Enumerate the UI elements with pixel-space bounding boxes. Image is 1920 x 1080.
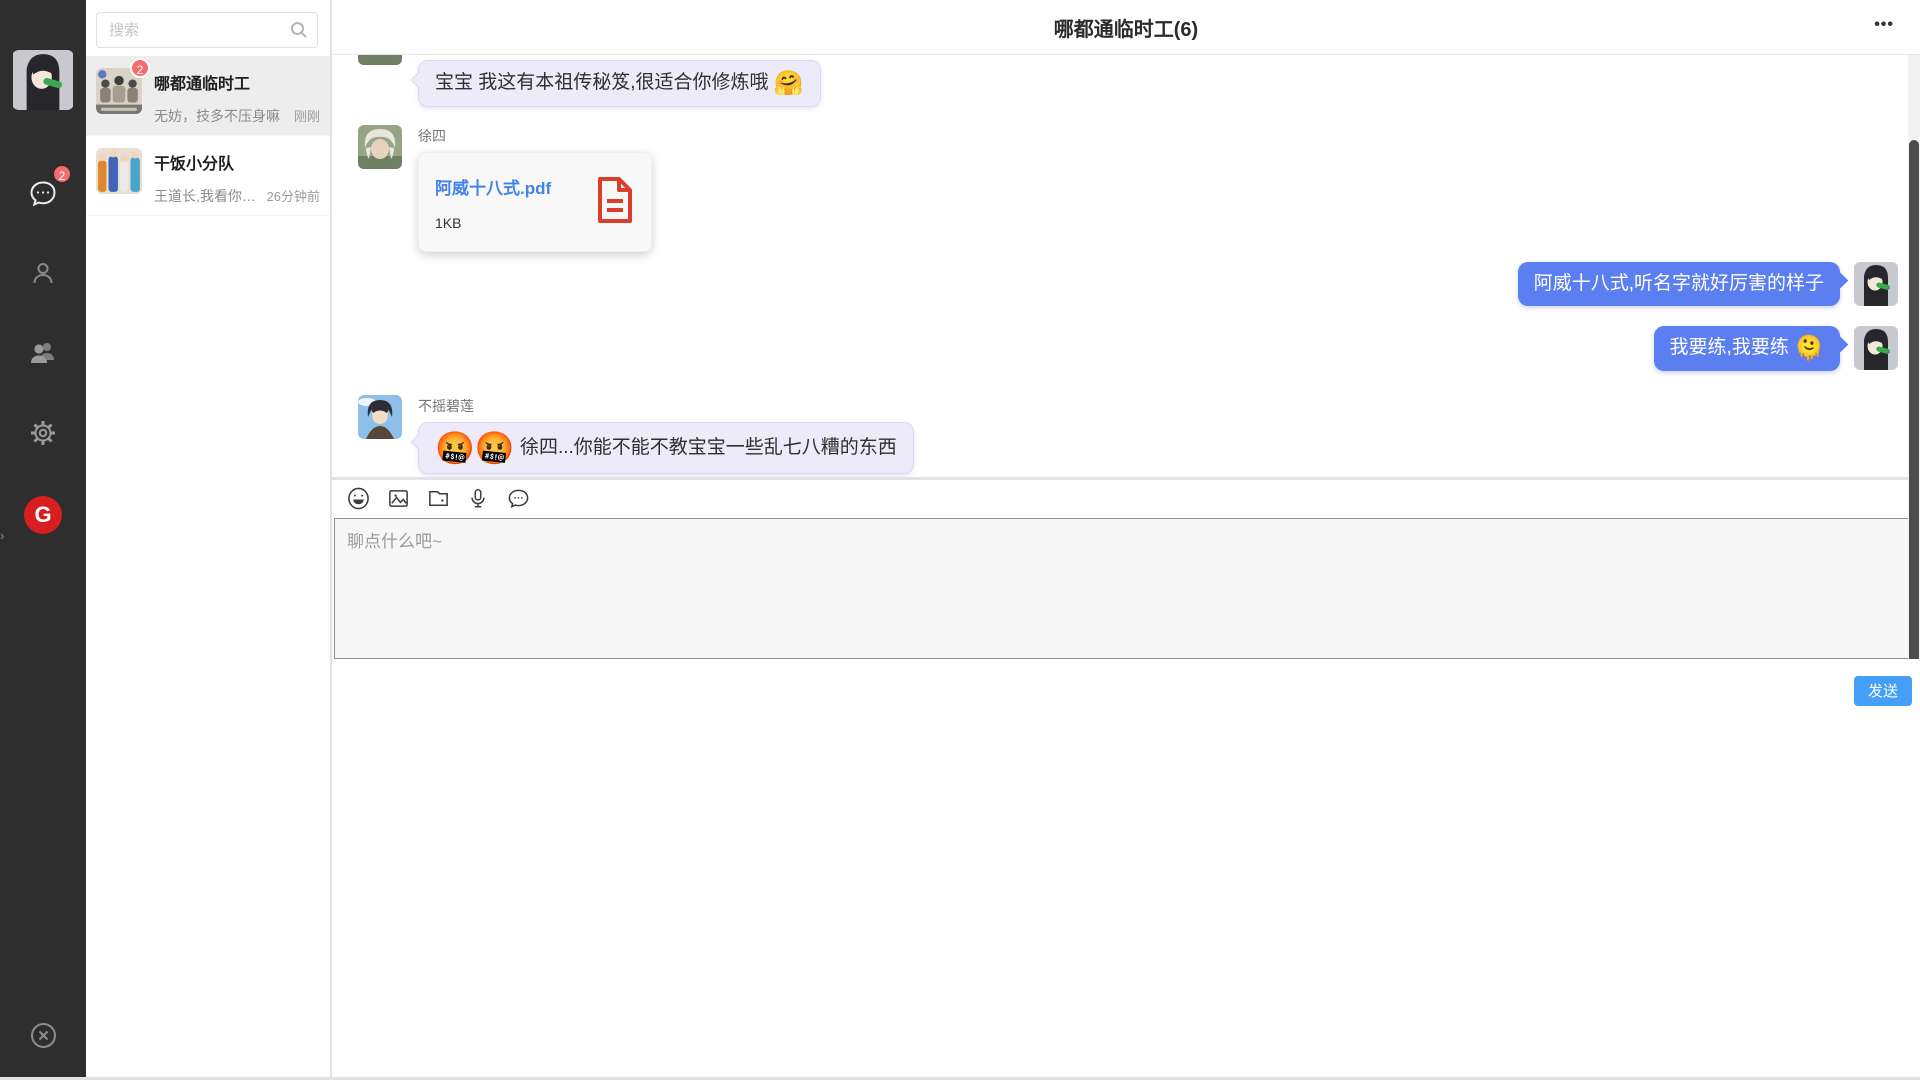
file-size: 1KB — [435, 215, 551, 231]
avatar[interactable] — [1854, 262, 1898, 306]
avatar[interactable] — [358, 55, 402, 65]
app-logo[interactable]: G — [24, 496, 62, 534]
message-row: 宝宝 我这有本祖传秘笈,很适合你修炼哦 🤗 — [358, 55, 1898, 107]
search-icon[interactable] — [290, 21, 308, 44]
file-upload-icon[interactable] — [426, 487, 450, 511]
emoji-picker-icon[interactable] — [346, 487, 370, 511]
avatar[interactable] — [1854, 326, 1898, 370]
group-avatar — [96, 148, 142, 194]
chats-nav-icon[interactable]: 2 — [26, 176, 60, 210]
settings-nav-icon[interactable] — [26, 416, 60, 450]
user-avatar[interactable] — [12, 50, 74, 110]
microphone-icon[interactable] — [466, 487, 490, 511]
search-bar — [86, 0, 330, 56]
chat-main: 哪都通临时工(6) ••• 宝宝 我这有本祖传秘笈,很适合你修炼哦 🤗 徐四 — [332, 0, 1920, 1080]
chat-title: 哪都通临时工 — [154, 70, 320, 94]
message-row: 我要练,我要练 🫠 — [358, 326, 1898, 371]
message-bubble[interactable]: 宝宝 我这有本祖传秘笈,很适合你修炼哦 🤗 — [418, 60, 821, 107]
unread-badge: 2 — [130, 58, 150, 78]
hugging-face-emoji: 🤗 — [774, 70, 804, 97]
sender-name: 徐四 — [418, 126, 652, 146]
chat-header: 哪都通临时工(6) ••• — [332, 0, 1920, 55]
close-circle-icon[interactable] — [26, 1018, 60, 1052]
message-input[interactable] — [335, 519, 1920, 658]
app-window: 2 — [0, 0, 1920, 1080]
file-attachment[interactable]: 阿威十八式.pdf 1KB — [418, 152, 652, 252]
message-scroll-area: 宝宝 我这有本祖传秘笈,很适合你修炼哦 🤗 徐四 阿威十八式.pdf 1KB — [332, 55, 1920, 477]
pdf-file-icon — [595, 177, 635, 228]
message-bubble[interactable]: 🤬🤬 徐四...你能不能不教宝宝一些乱七八糟的东西 — [418, 422, 914, 474]
send-button[interactable]: 发送 — [1854, 676, 1912, 706]
file-name: 阿威十八式.pdf — [435, 174, 551, 199]
nav-rail: 2 — [0, 0, 86, 1080]
chat-preview: 无妨，技多不压身嘛 — [154, 106, 288, 125]
unread-badge: 2 — [52, 164, 72, 184]
chat-list-item-ganfan[interactable]: 干饭小分队 王道长,我看你才... 26分钟前 — [86, 136, 330, 216]
chat-time: 26分钟前 — [267, 186, 320, 205]
chat-history-icon[interactable] — [506, 487, 530, 511]
message-row: 阿威十八式,听名字就好厉害的样子 — [358, 262, 1898, 306]
avatar[interactable] — [358, 395, 402, 439]
message-bubble[interactable]: 阿威十八式,听名字就好厉害的样子 — [1518, 262, 1840, 306]
sender-name: 不摇碧莲 — [418, 396, 914, 416]
message-row: 不摇碧莲 🤬🤬 徐四...你能不能不教宝宝一些乱七八糟的东西 — [358, 395, 1898, 474]
contacts-nav-icon[interactable] — [26, 256, 60, 290]
chat-list-item-nadutong[interactable]: 2 哪都通临时工 无妨，技多不压身嘛 刚刚 — [86, 56, 330, 136]
chat-time: 刚刚 — [294, 106, 320, 125]
avatar[interactable] — [358, 125, 402, 169]
chat-list-panel: 2 哪都通临时工 无妨，技多不压身嘛 刚刚 干饭小分队 王道长,我看你才... — [86, 0, 332, 1080]
image-upload-icon[interactable] — [386, 487, 410, 511]
message-bubble[interactable]: 我要练,我要练 🫠 — [1654, 326, 1840, 371]
search-input[interactable] — [96, 12, 318, 48]
collapse-arrow-icon[interactable]: › — [0, 528, 4, 543]
angry-face-emoji: 🤬🤬 — [435, 430, 515, 466]
message-input-wrap — [334, 518, 1920, 659]
chat-title: 干饭小分队 — [154, 150, 320, 174]
chat-preview: 王道长,我看你才... — [154, 186, 261, 205]
composer-toolbar — [332, 480, 1920, 518]
more-menu-icon[interactable]: ••• — [1874, 16, 1894, 34]
page-title: 哪都通临时工(6) — [1054, 13, 1198, 42]
message-row: 徐四 阿威十八式.pdf 1KB — [358, 125, 1898, 252]
melting-face-emoji: 🫠 — [1794, 335, 1824, 362]
groups-nav-icon[interactable] — [26, 336, 60, 370]
composer-footer: 发送 — [332, 659, 1920, 1080]
